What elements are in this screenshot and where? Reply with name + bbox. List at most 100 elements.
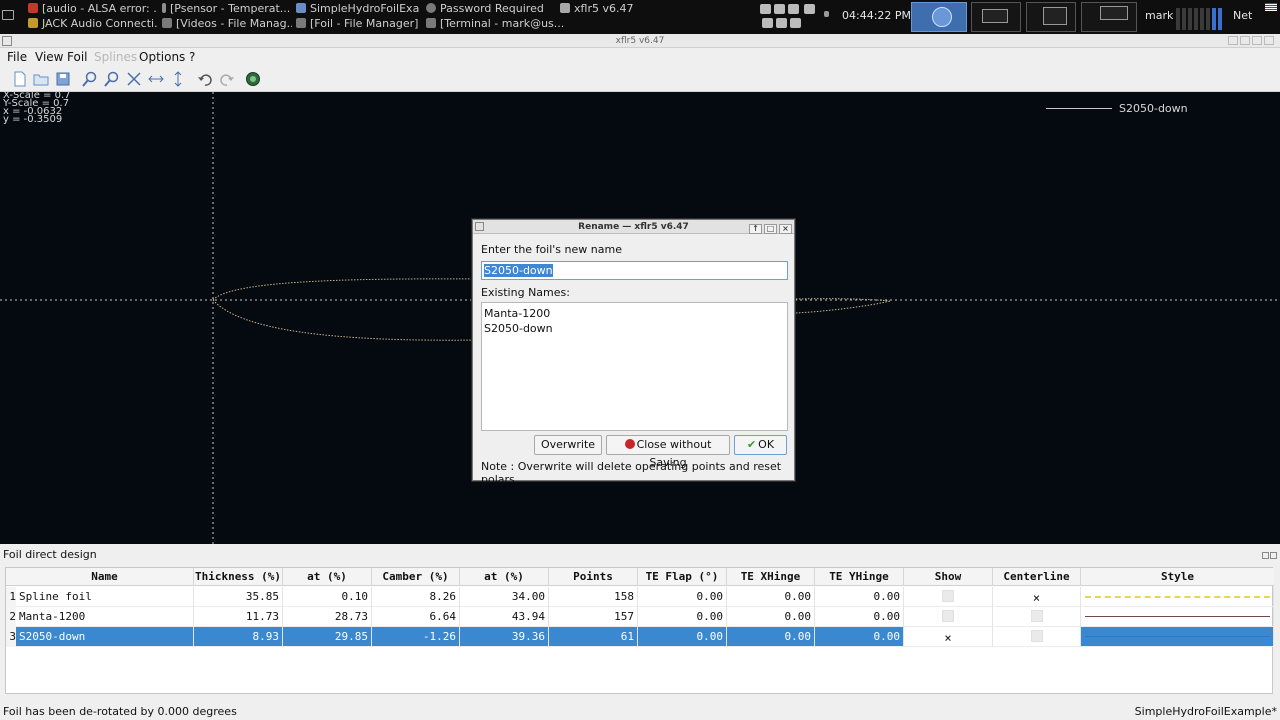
centerline-checkbox[interactable] <box>1030 630 1043 642</box>
printer-icon[interactable] <box>790 18 801 28</box>
cell-thickness[interactable]: 8.93 <box>194 627 283 647</box>
cell-camber[interactable]: 6.64 <box>372 607 460 627</box>
list-item[interactable]: Manta-1200 <box>484 306 785 321</box>
undo-icon[interactable] <box>197 71 213 87</box>
table-row-selected[interactable]: 3 S2050-down 8.93 29.85 -1.26 39.36 61 0… <box>6 627 1274 647</box>
dialog-maximize-button[interactable]: □ <box>764 224 777 234</box>
show-checkbox[interactable] <box>942 590 954 602</box>
close-button[interactable] <box>1264 36 1274 45</box>
maximize-button[interactable] <box>1252 36 1262 45</box>
task-item[interactable]: SimpleHydroFoilExa... <box>296 1 420 17</box>
existing-names-list[interactable]: Manta-1200 S2050-down <box>481 302 788 431</box>
cell-te-xhinge[interactable]: 0.00 <box>727 587 815 607</box>
cell-points[interactable]: 61 <box>549 627 638 647</box>
minimize-button[interactable] <box>1240 36 1250 45</box>
clock[interactable]: 04:44:22 PM <box>842 9 911 22</box>
cell-style[interactable] <box>1081 627 1274 647</box>
user-name[interactable]: mark <box>1145 9 1173 22</box>
task-item[interactable]: [Foil - File Manager] <box>296 16 426 32</box>
cell-camber-at[interactable]: 34.00 <box>460 587 549 607</box>
cell-name[interactable]: Spline foil <box>16 587 194 607</box>
column-header-show[interactable]: Show <box>904 568 993 586</box>
task-item[interactable]: [Psensor - Temperat... <box>162 1 292 17</box>
workspace-3[interactable] <box>1026 2 1076 32</box>
notification-icon[interactable] <box>804 4 815 14</box>
show-checkbox[interactable] <box>942 610 954 622</box>
cell-te-flap[interactable]: 0.00 <box>638 587 727 607</box>
overwrite-button[interactable]: Overwrite <box>534 435 602 455</box>
cell-thickness-at[interactable]: 28.73 <box>283 607 372 627</box>
cell-style[interactable] <box>1081 607 1274 627</box>
dialog-titlebar[interactable]: Rename — xflr5 v6.47 ↑ □ × <box>473 220 794 234</box>
cell-te-yhinge[interactable]: 0.00 <box>815 587 904 607</box>
cell-thickness-at[interactable]: 29.85 <box>283 627 372 647</box>
column-header-te-flap[interactable]: TE Flap (°) <box>638 568 727 586</box>
close-without-saving-button[interactable]: Close without Saving <box>606 435 730 469</box>
render-icon[interactable] <box>245 71 261 87</box>
save-icon[interactable] <box>55 71 71 87</box>
menu-file[interactable]: File <box>7 50 27 64</box>
dock-float-button[interactable] <box>1262 552 1269 559</box>
cell-camber-at[interactable]: 43.94 <box>460 607 549 627</box>
window-icon[interactable] <box>2 36 12 46</box>
cell-style[interactable] <box>1081 587 1274 607</box>
task-item[interactable]: [Videos - File Manag... <box>162 16 292 32</box>
column-header-points[interactable]: Points <box>549 568 638 586</box>
cell-thickness[interactable]: 11.73 <box>194 607 283 627</box>
task-item[interactable]: xflr5 v6.47 <box>560 1 650 17</box>
cell-te-xhinge[interactable]: 0.00 <box>727 627 815 647</box>
cell-points[interactable]: 157 <box>549 607 638 627</box>
cell-thickness-at[interactable]: 0.10 <box>283 587 372 607</box>
tray-app-icon[interactable] <box>788 4 799 14</box>
workspace-2[interactable] <box>971 2 1021 32</box>
tray-app-icon[interactable] <box>762 18 773 28</box>
app-menu-icon[interactable] <box>2 10 14 20</box>
tray-app-icon[interactable] <box>774 4 785 14</box>
ok-button[interactable]: ✔ OK <box>734 435 787 455</box>
new-icon[interactable] <box>12 71 28 87</box>
cell-camber[interactable]: -1.26 <box>372 627 460 647</box>
foil-name-input[interactable]: S2050-down <box>481 261 788 280</box>
cell-camber[interactable]: 8.26 <box>372 587 460 607</box>
foil-table[interactable]: Name Thickness (%) at (%) Camber (%) at … <box>5 567 1274 694</box>
task-item[interactable]: Password Required <box>426 1 556 17</box>
tray-app-icon[interactable] <box>776 18 787 28</box>
task-item[interactable]: JACK Audio Connecti... <box>28 16 158 32</box>
dialog-shade-button[interactable]: ↑ <box>749 224 762 234</box>
tray-expand-icon[interactable] <box>824 11 829 17</box>
cell-te-yhinge[interactable]: 0.00 <box>815 607 904 627</box>
cell-camber-at[interactable]: 39.36 <box>460 627 549 647</box>
keyboard-layout-flag-icon[interactable] <box>1265 3 1277 11</box>
workspace-1[interactable] <box>911 2 967 32</box>
dialog-icon[interactable] <box>475 222 484 231</box>
zoom-out-icon[interactable] <box>104 71 120 87</box>
workspace-4[interactable] <box>1081 2 1137 32</box>
column-header-thickness-at[interactable]: at (%) <box>283 568 372 586</box>
reset-y-scale-icon[interactable] <box>170 71 186 87</box>
dropbox-icon[interactable] <box>760 4 771 14</box>
menu-foil[interactable]: Foil <box>67 50 87 64</box>
open-icon[interactable] <box>33 71 49 87</box>
column-header-camber[interactable]: Camber (%) <box>372 568 460 586</box>
column-header-name[interactable]: Name <box>16 568 194 586</box>
cell-name[interactable]: Manta-1200 <box>16 607 194 627</box>
list-item[interactable]: S2050-down <box>484 321 785 336</box>
show-checkbox[interactable]: × <box>942 632 954 644</box>
dock-close-button[interactable] <box>1270 552 1277 559</box>
dialog-close-button[interactable]: × <box>779 224 792 234</box>
column-header-te-yhinge[interactable]: TE YHinge <box>815 568 904 586</box>
redo-icon[interactable] <box>219 71 235 87</box>
column-header-camber-at[interactable]: at (%) <box>460 568 549 586</box>
table-row[interactable]: 2 Manta-1200 11.73 28.73 6.64 43.94 157 … <box>6 607 1274 627</box>
task-item[interactable]: [audio - ALSA error: ... <box>28 1 158 17</box>
column-header-te-xhinge[interactable]: TE XHinge <box>727 568 815 586</box>
centerline-checkbox[interactable]: × <box>1031 592 1043 604</box>
menu-view[interactable]: View <box>35 50 63 64</box>
window-titlebar[interactable]: xflr5 v6.47 <box>0 34 1280 48</box>
menu-options[interactable]: Options <box>139 50 185 64</box>
cell-te-flap[interactable]: 0.00 <box>638 607 727 627</box>
zoom-in-icon[interactable] <box>82 71 98 87</box>
column-header-thickness[interactable]: Thickness (%) <box>194 568 283 586</box>
table-row[interactable]: 1 Spline foil 35.85 0.10 8.26 34.00 158 … <box>6 587 1274 607</box>
shade-button[interactable] <box>1228 36 1238 45</box>
